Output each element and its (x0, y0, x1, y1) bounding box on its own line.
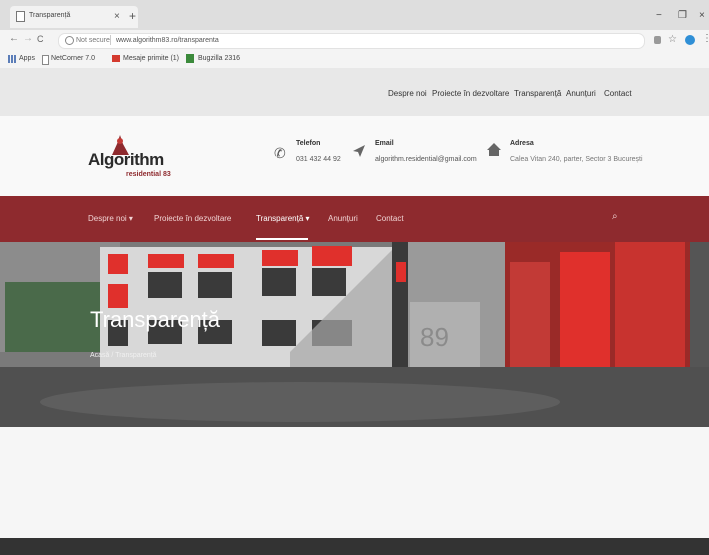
menu-kebab-icon[interactable]: ⋮ (702, 33, 709, 44)
mainnav-despre-noi-label: Despre noi (88, 214, 127, 223)
bookmarks-bar (0, 50, 709, 69)
address-label: Adresa (510, 140, 534, 147)
topnav-proiecte[interactable]: Proiecte în dezvoltare (432, 89, 509, 98)
email-label: Email (375, 140, 394, 147)
mainnav-anunturi[interactable]: Anunțuri (328, 214, 358, 223)
phone-icon: ✆ (274, 145, 286, 161)
forward-icon[interactable]: → (23, 33, 33, 44)
send-icon (353, 145, 365, 157)
star-icon[interactable]: ☆ (668, 34, 677, 45)
mainnav-proiecte[interactable]: Proiecte în dezvoltare (154, 214, 231, 223)
back-icon[interactable]: ← (9, 33, 19, 44)
site-top-nav (0, 68, 709, 116)
breadcrumb-current: Transparență (115, 352, 157, 359)
topnav-anunturi[interactable]: Anunțuri (566, 89, 596, 98)
active-nav-indicator (256, 238, 308, 240)
breadcrumb: Acasă / Transparență (90, 352, 157, 359)
hero-building-image (0, 242, 709, 427)
extension-icon[interactable] (654, 36, 661, 44)
caret-down-icon: ▾ (128, 214, 133, 223)
topnav-transparenta[interactable]: Transparență (514, 89, 561, 98)
bookmark-page-icon (42, 55, 49, 65)
building-number: 89 (420, 322, 449, 352)
gmail-icon (112, 55, 120, 62)
hero-title: Transparență (90, 307, 221, 332)
minimize-icon[interactable]: − (656, 10, 662, 21)
mainnav-transparenta-label: Transparență (256, 214, 304, 223)
breadcrumb-separator: / (111, 352, 114, 359)
bookmark-inbox[interactable]: Mesaje primite (1) (123, 55, 179, 62)
home-icon (487, 143, 501, 156)
logo-subtext: residential 83 (126, 171, 171, 178)
address-text: Calea Vitan 240, parter, Sector 3 Bucure… (510, 156, 643, 163)
breadcrumb-home[interactable]: Acasă (90, 352, 109, 359)
info-icon[interactable] (65, 36, 74, 45)
apps-icon[interactable] (8, 55, 16, 63)
email-address[interactable]: algorithm.residential@gmail.com (375, 156, 477, 163)
new-tab-icon[interactable]: + (129, 9, 136, 23)
search-icon[interactable]: ⌕ (612, 211, 618, 222)
close-window-icon[interactable]: × (699, 10, 705, 21)
reload-icon[interactable]: C (37, 34, 44, 44)
mainnav-contact[interactable]: Contact (376, 214, 404, 223)
mainnav-despre-noi[interactable]: Despre noi ▾ (88, 214, 133, 223)
url-divider (110, 35, 111, 45)
site-footer (0, 538, 709, 555)
logo-text[interactable]: Algorithm (88, 150, 164, 170)
caret-down-icon: ▾ (305, 214, 310, 223)
topnav-contact[interactable]: Contact (604, 89, 632, 98)
bookmark-bugzilla[interactable]: Bugzilla 2316 (198, 55, 240, 62)
close-tab-icon[interactable]: × (114, 11, 120, 22)
bugzilla-icon (186, 54, 194, 63)
mainnav-transparenta[interactable]: Transparență ▾ (256, 214, 310, 223)
url-text: www.algorithm83.ro/transparenta (116, 37, 219, 44)
bookmark-apps[interactable]: Apps (19, 55, 35, 62)
maximize-icon[interactable]: ❐ (678, 10, 687, 21)
tab-title: Transparență (29, 12, 71, 19)
hero-banner (0, 242, 709, 427)
phone-label: Telefon (296, 140, 321, 147)
bookmark-netcorner[interactable]: NetCorner 7.0 (51, 55, 95, 62)
profile-avatar[interactable] (685, 35, 695, 45)
topnav-despre-noi[interactable]: Despre noi (388, 89, 427, 98)
page-icon (16, 11, 25, 22)
not-secure-label: Not secure (76, 37, 110, 44)
phone-number[interactable]: 031 432 44 92 (296, 156, 341, 163)
